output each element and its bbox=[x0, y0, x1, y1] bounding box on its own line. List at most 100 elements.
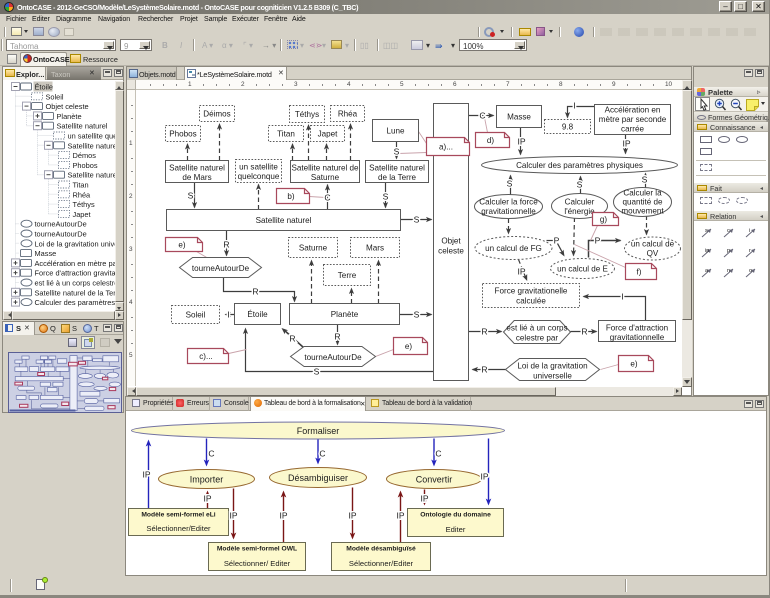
svg-text:Loi de la gravitation universe: Loi de la gravitation universelle bbox=[35, 239, 116, 248]
svg-text:R: R bbox=[252, 287, 258, 297]
svg-text:S: S bbox=[414, 310, 420, 320]
svg-text:R: R bbox=[289, 334, 295, 344]
svg-text:p: p bbox=[727, 248, 730, 254]
svg-text:Étoile: Étoile bbox=[35, 83, 54, 92]
svg-text:R: R bbox=[581, 327, 587, 337]
svg-text:est lié à un corps: est lié à un corps bbox=[506, 324, 567, 333]
svg-text:g): g) bbox=[600, 215, 608, 224]
svg-text:Accélération en: Accélération en bbox=[605, 106, 661, 115]
svg-text:I: I bbox=[573, 101, 575, 111]
svg-text:Formaliser: Formaliser bbox=[297, 426, 340, 436]
svg-text:celestre par: celestre par bbox=[516, 334, 559, 343]
svg-text:Force d'attraction gravitation: Force d'attraction gravitationnelle bbox=[35, 269, 116, 278]
svg-text:Soleil: Soleil bbox=[186, 311, 206, 320]
svg-text:Calculer la force: Calculer la force bbox=[479, 198, 538, 207]
svg-text:Étoile: Étoile bbox=[247, 310, 268, 319]
svg-text:Modèle semi-formel OWL: Modèle semi-formel OWL bbox=[217, 546, 297, 553]
svg-text:R: R bbox=[223, 240, 229, 250]
svg-text:Modèle désambiguïsé: Modèle désambiguïsé bbox=[346, 546, 416, 553]
svg-text:IP: IP bbox=[203, 494, 211, 504]
svg-text:universelle: universelle bbox=[533, 372, 572, 381]
svg-text:mètre par seconde: mètre par seconde bbox=[599, 115, 667, 124]
svg-text:Rhéa: Rhéa bbox=[73, 190, 92, 199]
svg-text:Titan: Titan bbox=[277, 130, 295, 139]
svg-text:S: S bbox=[394, 147, 400, 157]
svg-text:Phobos: Phobos bbox=[73, 161, 98, 170]
svg-text:Importer: Importer bbox=[190, 475, 224, 485]
svg-text:r: r bbox=[749, 248, 751, 254]
svg-text:Titan: Titan bbox=[73, 181, 89, 190]
svg-text:gravitationnelle: gravitationnelle bbox=[481, 207, 536, 216]
svg-text:Satellite naturel de S: Satellite naturel de S bbox=[68, 171, 116, 180]
svg-text:Phobos: Phobos bbox=[169, 130, 196, 139]
svg-text:Satellite naturel: Satellite naturel bbox=[169, 164, 225, 173]
svg-text:R: R bbox=[481, 365, 487, 375]
svg-text:Téthys: Téthys bbox=[295, 110, 319, 119]
svg-text:c)...: c)... bbox=[199, 352, 213, 361]
svg-text:Planète: Planète bbox=[331, 310, 359, 319]
svg-text:C: C bbox=[208, 449, 214, 459]
svg-text:C: C bbox=[324, 193, 330, 203]
svg-text:Rhéa: Rhéa bbox=[338, 110, 358, 119]
svg-text:Téthys: Téthys bbox=[73, 200, 95, 209]
svg-text:C: C bbox=[479, 111, 485, 121]
svg-text:Saturne: Saturne bbox=[299, 244, 328, 253]
svg-text:Calculer des paramètres physiq: Calculer des paramètres physique bbox=[35, 298, 116, 307]
svg-text:Lune: Lune bbox=[386, 127, 405, 136]
svg-text:quelconque: quelconque bbox=[238, 172, 280, 181]
svg-text:Objet: Objet bbox=[441, 237, 461, 246]
svg-text:QV: QV bbox=[647, 249, 659, 258]
svg-text:Satellite naturel de: Satellite naturel de bbox=[291, 164, 359, 173]
svg-text:Sélectionner/Editer: Sélectionner/Editer bbox=[146, 524, 211, 533]
svg-text:Masse: Masse bbox=[507, 113, 531, 122]
svg-text:Terre: Terre bbox=[338, 271, 357, 280]
svg-text:de la Terre: de la Terre bbox=[378, 173, 417, 182]
svg-text:C: C bbox=[319, 449, 325, 459]
svg-text:mouvement: mouvement bbox=[621, 207, 664, 216]
svg-text:f): f) bbox=[637, 268, 642, 277]
svg-text:o: o bbox=[749, 268, 752, 274]
svg-text:Satellite naturel de la Terre: Satellite naturel de la Terre bbox=[35, 288, 116, 297]
svg-text:IP: IP bbox=[396, 511, 404, 521]
svg-text:IP: IP bbox=[229, 511, 237, 521]
svg-text:Calculer la: Calculer la bbox=[623, 189, 662, 198]
svg-text:IP: IP bbox=[622, 139, 630, 149]
svg-text:S: S bbox=[314, 367, 320, 377]
svg-text:carrée: carrée bbox=[621, 125, 644, 134]
svg-text:IP: IP bbox=[480, 472, 488, 482]
svg-text:Convertir: Convertir bbox=[416, 475, 453, 485]
svg-text:P: P bbox=[554, 236, 560, 246]
svg-text:tourneAutourDe: tourneAutourDe bbox=[35, 220, 87, 229]
svg-text:e): e) bbox=[630, 360, 638, 369]
svg-text:Masse: Masse bbox=[35, 249, 57, 258]
svg-text:Satellite naturel: Satellite naturel bbox=[369, 164, 425, 173]
svg-text:n: n bbox=[727, 268, 730, 274]
svg-text:e): e) bbox=[405, 342, 413, 351]
svg-text:Loi de la gravitation: Loi de la gravitation bbox=[517, 362, 587, 371]
svg-text:Japet: Japet bbox=[73, 210, 91, 219]
svg-text:S: S bbox=[414, 215, 420, 225]
svg-text:Soleil: Soleil bbox=[46, 92, 64, 101]
svg-text:S: S bbox=[577, 180, 583, 190]
svg-text:a)...: a)... bbox=[439, 143, 453, 152]
svg-text:calculée: calculée bbox=[516, 297, 546, 306]
svg-text:C: C bbox=[435, 449, 441, 459]
svg-text:R: R bbox=[481, 327, 487, 337]
svg-text:IP: IP bbox=[279, 511, 287, 521]
svg-text:S: S bbox=[188, 191, 194, 201]
svg-text:Force gravitationelle: Force gravitationelle bbox=[495, 287, 568, 296]
svg-text:Désambiguiser: Désambiguiser bbox=[288, 473, 348, 483]
svg-text:Démos: Démos bbox=[73, 151, 97, 160]
svg-text:est lié à un corps celestre pa: est lié à un corps celestre par bbox=[35, 279, 116, 288]
svg-text:Force d'attraction: Force d'attraction bbox=[606, 324, 668, 333]
svg-text:i: i bbox=[749, 228, 750, 234]
svg-text:un calcul de E: un calcul de E bbox=[557, 265, 608, 274]
svg-text:ip: ip bbox=[705, 248, 709, 254]
svg-text:Satellite naturel de M: Satellite naturel de M bbox=[68, 141, 116, 150]
svg-text:Accélération en mètre par seco: Accélération en mètre par second bbox=[35, 259, 116, 268]
svg-text:l'énergie: l'énergie bbox=[564, 207, 595, 216]
svg-text:I: I bbox=[621, 292, 623, 302]
svg-text:IP: IP bbox=[517, 137, 525, 147]
svg-text:s: s bbox=[705, 228, 708, 234]
svg-text:b): b) bbox=[287, 192, 295, 201]
